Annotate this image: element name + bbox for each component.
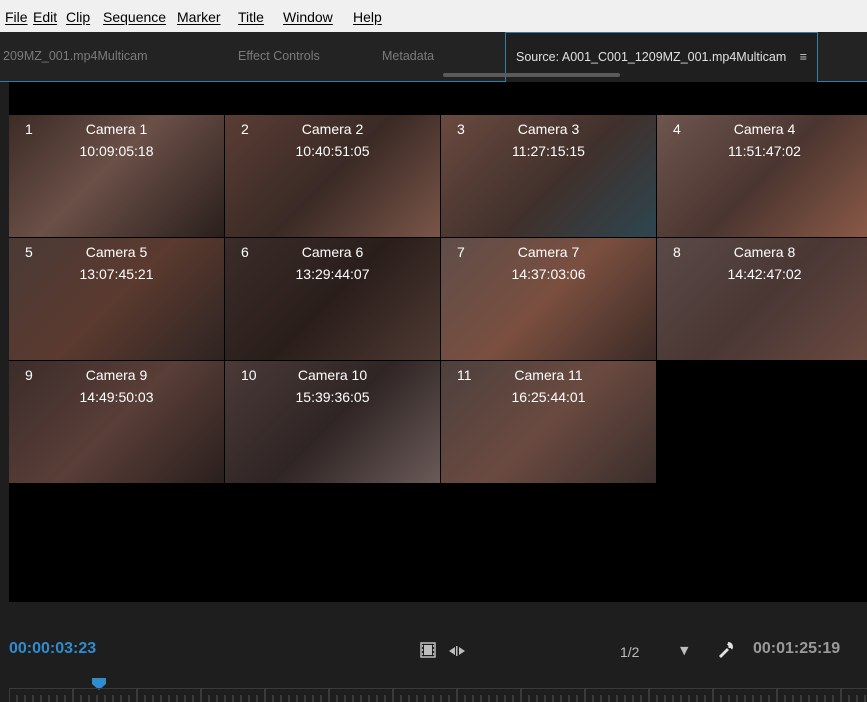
wrench-icon[interactable] bbox=[716, 640, 736, 660]
panel-menu-icon[interactable]: ≡ bbox=[800, 50, 807, 64]
camera-name: Camera 7 bbox=[517, 244, 580, 260]
tab-multicam-sequence[interactable]: 209MZ_001.mp4Multicam bbox=[3, 32, 148, 81]
camera-timecode: 11:27:15:15 bbox=[512, 143, 585, 159]
camera-timecode: 15:39:36:05 bbox=[295, 389, 370, 405]
camera-angle-11[interactable]: 11 Camera 11 16:25:44:01 bbox=[441, 361, 656, 483]
camera-angle-9[interactable]: 9 Camera 9 14:49:50:03 bbox=[9, 361, 224, 483]
camera-name: Camera 5 bbox=[85, 244, 148, 260]
camera-name: Camera 11 bbox=[514, 367, 583, 383]
menu-file[interactable]: File bbox=[5, 9, 28, 25]
viewer-controls: 00:00:03:23 1/2 ▼ 00:01:25:19 bbox=[0, 602, 867, 702]
camera-angle-10[interactable]: 10 Camera 10 15:39:36:05 bbox=[225, 361, 440, 483]
camera-name: Camera 9 bbox=[85, 367, 148, 383]
camera-angle-4[interactable]: 4 Camera 4 11:51:47:02 bbox=[657, 115, 867, 237]
camera-name: Camera 2 bbox=[301, 121, 364, 137]
playback-resolution[interactable]: 1/2 bbox=[620, 644, 639, 660]
camera-name: Camera 10 bbox=[297, 367, 368, 383]
camera-timecode: 16:25:44:01 bbox=[511, 389, 586, 405]
panel-tab-bar: 209MZ_001.mp4Multicam Effect Controls Me… bbox=[0, 32, 867, 82]
camera-angle-5[interactable]: 5 Camera 5 13:07:45:21 bbox=[9, 238, 224, 360]
camera-name: Camera 3 bbox=[517, 121, 580, 137]
tab-effect-controls[interactable]: Effect Controls bbox=[238, 32, 320, 81]
menu-title[interactable]: Title bbox=[238, 9, 264, 25]
tab-scrollbar[interactable] bbox=[443, 73, 620, 77]
chevron-down-icon[interactable]: ▼ bbox=[680, 644, 688, 657]
menu-marker[interactable]: Marker bbox=[177, 9, 221, 25]
camera-name: Camera 8 bbox=[733, 244, 796, 260]
multicam-viewer[interactable]: 1 Camera 1 10:09:05:18 2 Camera 2 10:40:… bbox=[9, 82, 867, 602]
trim-icon[interactable] bbox=[447, 644, 467, 658]
tab-source-label: Source: A001_C001_1209MZ_001.mp4Multicam bbox=[516, 50, 787, 64]
time-ruler[interactable] bbox=[9, 688, 867, 702]
camera-timecode: 13:29:44:07 bbox=[295, 266, 370, 282]
camera-angle-6[interactable]: 6 Camera 6 13:29:44:07 bbox=[225, 238, 440, 360]
camera-timecode: 14:42:47:02 bbox=[727, 266, 802, 282]
menu-help[interactable]: Help bbox=[353, 9, 382, 25]
camera-name: Camera 1 bbox=[85, 121, 148, 137]
camera-timecode: 10:40:51:05 bbox=[295, 143, 370, 159]
menu-clip[interactable]: Clip bbox=[66, 9, 90, 25]
camera-angle-7[interactable]: 7 Camera 7 14:37:03:06 bbox=[441, 238, 656, 360]
camera-name: Camera 4 bbox=[733, 121, 796, 137]
camera-timecode: 11:51:47:02 bbox=[728, 143, 801, 159]
camera-angle-8[interactable]: 8 Camera 8 14:42:47:02 bbox=[657, 238, 867, 360]
camera-timecode: 13:07:45:21 bbox=[79, 266, 154, 282]
camera-timecode: 10:09:05:18 bbox=[79, 143, 154, 159]
menu-edit[interactable]: Edit bbox=[33, 9, 57, 25]
tab-metadata[interactable]: Metadata bbox=[382, 32, 434, 81]
camera-angle-2[interactable]: 2 Camera 2 10:40:51:05 bbox=[225, 115, 440, 237]
menu-window[interactable]: Window bbox=[283, 9, 333, 25]
camera-angle-1[interactable]: 1 Camera 1 10:09:05:18 bbox=[9, 115, 224, 237]
duration-timecode[interactable]: 00:01:25:19 bbox=[753, 640, 840, 658]
menu-sequence[interactable]: Sequence bbox=[103, 9, 166, 25]
film-icon[interactable] bbox=[420, 642, 436, 658]
camera-timecode: 14:49:50:03 bbox=[79, 389, 154, 405]
current-timecode[interactable]: 00:00:03:23 bbox=[9, 640, 96, 658]
menu-bar: File Edit Clip Sequence Marker Title Win… bbox=[0, 0, 867, 33]
camera-timecode: 14:37:03:06 bbox=[511, 266, 586, 282]
camera-name: Camera 6 bbox=[301, 244, 364, 260]
camera-angle-3[interactable]: 3 Camera 3 11:27:15:15 bbox=[441, 115, 656, 237]
